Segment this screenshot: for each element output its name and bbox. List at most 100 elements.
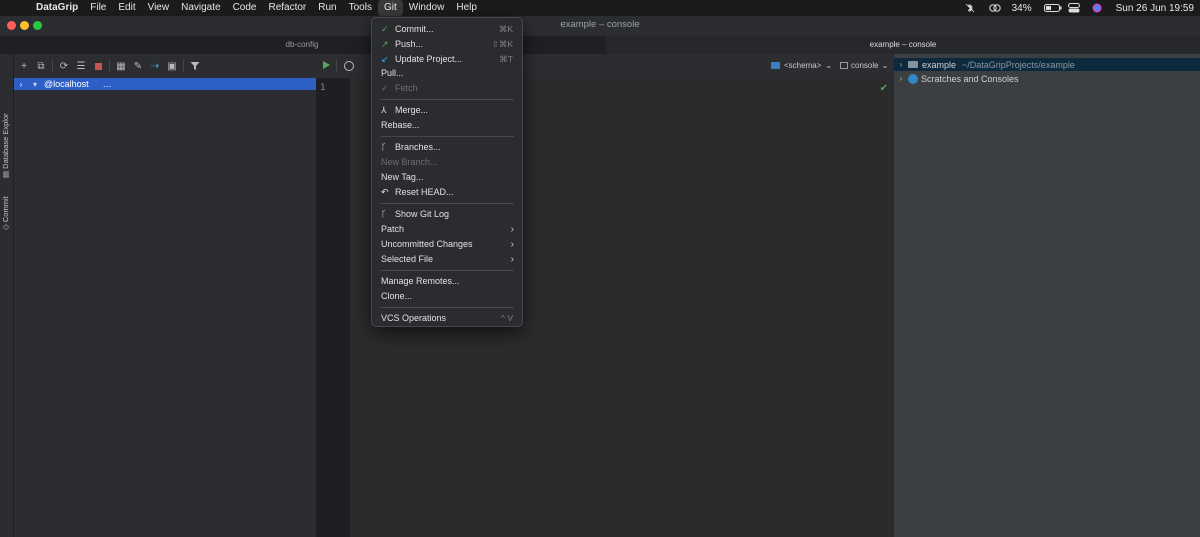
bluetooth-off-icon[interactable] [964,3,976,13]
menu-item-pull[interactable]: Pull... [372,66,522,80]
tab-example-console[interactable]: example – console [606,36,1200,54]
menu-separator [380,307,514,308]
database-explorer-toolbar: + ⧉ ⟳ ☰ ▦ ✎ ⇢ ▣ [14,54,316,78]
screen-mirroring-icon[interactable] [988,3,1001,13]
chevron-down-icon: ⌄ [825,61,833,70]
menu-item-push[interactable]: ↗ Push... ⇧⌘K [372,37,522,51]
editor-tab-bar: db-config example – console [0,36,1200,54]
undo-icon: ↶ [381,186,389,197]
system-menu-bar: DataGrip File Edit View Navigate Code Re… [0,0,1200,16]
submenu-chevron-icon: › [510,238,514,250]
jump-to-console-icon[interactable]: ⇢ [149,60,161,72]
datasource-row-localhost[interactable]: › ▾ @localhost … [14,78,316,90]
menu-item-commit[interactable]: ✓ Commit... ⌘K [372,22,522,36]
menu-item-manage-remotes[interactable]: Manage Remotes... [372,274,522,288]
left-tool-stripe: ▤ Database Explor ◇ Commit [0,54,14,537]
database-icon: ▤ [1,168,10,178]
refresh-icon[interactable]: ⟳ [58,60,70,72]
console-label: console [851,61,879,70]
menu-refactor[interactable]: Refactor [262,0,312,16]
check-icon: ✔ [879,83,888,94]
ql-console-icon[interactable]: ▣ [166,60,178,72]
selected-file-label: Selected File [381,254,434,264]
toolbar-divider [109,60,110,72]
date-time[interactable]: Sun 26 Jun 19:59 [1116,3,1194,14]
menu-edit[interactable]: Edit [112,0,141,16]
battery-icon[interactable] [1043,3,1062,13]
menu-item-patch[interactable]: Patch › [372,222,522,236]
menu-help[interactable]: Help [450,0,483,16]
update-project-label: Update Project... [395,54,463,64]
check-icon: ✓ [381,82,389,93]
commit-label: Commit... [395,24,434,34]
push-arrow-icon: ↗ [381,38,389,49]
add-icon[interactable]: + [18,60,30,72]
rebase-label: Rebase... [381,120,420,130]
stop-icon[interactable] [92,60,104,72]
project-root-path: ~/DataGripProjects/example [962,59,1075,70]
menu-item-uncommitted-changes[interactable]: Uncommitted Changes › [372,237,522,251]
menu-item-reset-head[interactable]: ↶ Reset HEAD... [372,185,522,199]
siri-icon[interactable] [1092,3,1104,13]
menu-file[interactable]: File [84,0,112,16]
menu-tools[interactable]: Tools [343,0,378,16]
chevron-right-icon[interactable]: › [14,80,28,89]
console-selector[interactable]: console ⌄ [840,61,888,70]
menu-navigate[interactable]: Navigate [175,0,226,16]
merge-label: Merge... [395,105,429,115]
uncommitted-changes-label: Uncommitted Changes [381,239,473,249]
control-center-icon[interactable] [1067,3,1080,13]
scratches-row[interactable]: › Scratches and Consoles [894,72,1200,85]
chevron-right-icon[interactable]: › [894,74,908,83]
menu-view[interactable]: View [142,0,176,16]
git-menu-dropdown: ✓ Commit... ⌘K ↗ Push... ⇧⌘K ↙ Update Pr… [371,17,523,327]
manage-remotes-label: Manage Remotes... [381,276,460,286]
menu-item-rebase[interactable]: Rebase... [372,118,522,132]
datasource-name: @localhost [44,79,89,89]
duplicate-icon[interactable]: ⧉ [35,60,47,72]
update-project-shortcut: ⌘T [499,53,513,64]
table-icon[interactable]: ▦ [115,60,127,72]
menu-item-new-tag[interactable]: New Tag... [372,170,522,184]
commit-shortcut: ⌘K [498,23,513,34]
commit-stripe-button[interactable]: ◇ Commit [1,196,10,230]
menu-item-show-git-log[interactable]: ᚴ Show Git Log [372,207,522,221]
menu-item-merge[interactable]: ⅄ Merge... [372,103,522,117]
history-icon[interactable] [344,61,354,71]
menu-item-branches[interactable]: ᚴ Branches... [372,140,522,154]
database-explorer-stripe-button[interactable]: ▤ Database Explor [1,113,10,178]
merge-icon: ⅄ [381,104,387,115]
line-number: 1 [320,83,326,93]
menu-app-name[interactable]: DataGrip [34,0,84,16]
project-root-row[interactable]: › example ~/DataGripProjects/example [894,58,1200,71]
edit-icon[interactable]: ✎ [132,60,144,72]
battery-percentage: 34% [1011,2,1032,14]
menu-run[interactable]: Run [312,0,342,16]
fetch-label: Fetch [395,83,418,93]
submenu-chevron-icon: › [510,223,514,235]
menu-item-selected-file[interactable]: Selected File › [372,252,522,266]
properties-icon[interactable]: ☰ [75,60,87,72]
datasource-icon: ▾ [32,79,37,89]
push-shortcut: ⇧⌘K [491,38,513,49]
schema-icon [771,62,780,69]
menu-code[interactable]: Code [227,0,263,16]
editor-gutter: 1 [316,78,351,537]
update-arrow-icon: ↙ [381,53,389,64]
toolbar-divider [52,60,53,72]
filter-icon[interactable] [189,60,201,72]
menu-window[interactable]: Window [403,0,451,16]
menu-item-update-project[interactable]: ↙ Update Project... ⌘T [372,52,522,66]
chevron-down-icon: ⌄ [881,61,889,70]
chevron-right-icon[interactable]: › [894,60,908,69]
menu-git[interactable]: Git [377,0,403,16]
toolbar-divider [183,60,184,72]
database-explorer-label: Database Explor [1,113,10,169]
menu-separator [380,270,514,271]
scratches-label: Scratches and Consoles [921,73,1019,84]
menu-item-vcs-operations[interactable]: VCS Operations ^ V [372,311,522,325]
run-icon[interactable] [323,61,330,69]
pull-label: Pull... [381,68,404,78]
menu-item-clone[interactable]: Clone... [372,289,522,303]
schema-selector[interactable]: <schema> ⌄ [771,61,832,70]
